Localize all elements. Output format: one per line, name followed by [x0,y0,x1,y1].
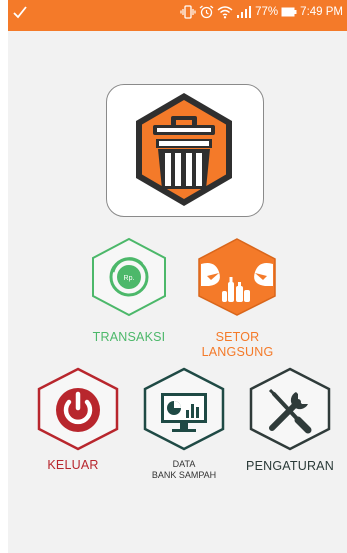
data-bank-sampah-button[interactable]: DATA BANK SAMPAH [134,366,234,486]
rp-badge-text: Rp. [124,275,135,282]
wifi-icon [217,6,233,19]
transaksi-label: TRANSAKSI [92,330,166,344]
signal-icon [237,6,252,18]
setor-langsung-button[interactable]: SETOR LANGSUNG [185,236,290,361]
data-bank-sampah-label-line2: BANK SAMPAH [151,470,217,480]
screen-edge [0,0,8,553]
setor-langsung-label-line2: LANGSUNG [201,345,274,359]
trash-bin-icon [136,93,232,206]
clock: 7:49 PM [300,6,343,18]
pengaturan-label: PENGATURAN [246,459,334,473]
money-refresh-icon: Rp. [92,237,166,317]
status-icons: 77% 7:49 PM [180,3,343,21]
vibrate-icon [180,5,196,19]
status-bar: 77% 7:49 PM [8,0,347,31]
tools-icon [249,367,331,451]
data-bank-sampah-label-line1: DATA [172,459,196,469]
power-icon [37,367,119,451]
keluar-label: KELUAR [47,458,99,472]
transaksi-button[interactable]: Rp. TRANSAKSI [79,236,179,346]
monitor-chart-icon [143,367,225,451]
battery-percent: 77% [255,6,279,18]
check-icon [13,6,27,19]
setor-langsung-label-line1: SETOR [215,330,260,344]
app-screen: 77% 7:49 PM Rp. TRANSAKSI SETOR LANGSUNG… [8,0,347,553]
pengaturan-button[interactable]: PENGATURAN [240,366,340,476]
bottles-exchange-icon [198,238,276,316]
keluar-button[interactable]: KELUAR [28,366,128,476]
alarm-icon [199,5,214,19]
app-logo [106,84,264,217]
battery-icon [281,7,297,17]
